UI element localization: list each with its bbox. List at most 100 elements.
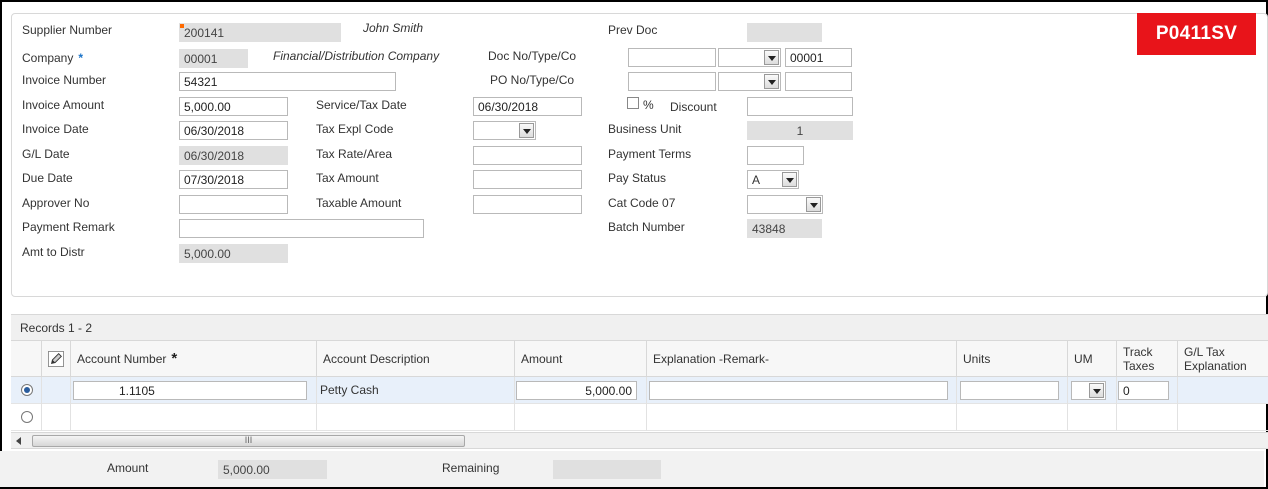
gl-tax-explanation-cell (1178, 377, 1268, 404)
po-co-field[interactable] (785, 72, 852, 91)
scroll-left-arrow-icon[interactable] (16, 437, 21, 445)
footer-remaining-label: Remaining (442, 461, 500, 475)
header-account-description[interactable]: Account Description (317, 341, 515, 377)
invoice-amount-label: Invoice Amount (22, 98, 105, 112)
payment-terms-label: Payment Terms (608, 147, 692, 161)
header-edit-column (42, 341, 71, 377)
track-taxes-input[interactable]: 0 (1118, 381, 1169, 400)
discount-percent-checkbox[interactable] (627, 97, 639, 109)
po-no-field[interactable] (628, 72, 716, 91)
account-description-text: Petty Cash (320, 383, 379, 397)
tax-rate-area-field[interactable] (473, 146, 582, 165)
horizontal-scrollbar[interactable]: III (11, 432, 1268, 449)
header-um[interactable]: UM (1068, 341, 1117, 377)
batch-number-label: Batch Number (608, 220, 685, 234)
scrollbar-thumb[interactable]: III (32, 435, 465, 447)
invoice-number-field[interactable]: 54321 (179, 72, 396, 91)
account-number-cell: 1.1105 (71, 377, 317, 404)
amt-to-distr-label: Amt to Distr (22, 245, 85, 259)
supplier-number-value: 200141 (184, 26, 225, 40)
due-date-label: Due Date (22, 171, 73, 185)
tax-amount-label: Tax Amount (316, 171, 379, 185)
approver-no-field[interactable] (179, 195, 288, 214)
pay-status-dropdown[interactable]: A (747, 170, 799, 189)
header-gl-tax-explanation[interactable]: G/L Tax Explanation (1178, 341, 1268, 377)
footer-amount-label: Amount (107, 461, 149, 475)
tax-expl-code-dropdown[interactable] (473, 121, 536, 140)
prev-doc-field (747, 23, 822, 42)
row-select-radio[interactable] (21, 384, 33, 396)
explanation-input[interactable] (649, 381, 948, 400)
um-cell[interactable] (1068, 404, 1117, 431)
footer-remaining-field (553, 460, 661, 479)
approver-no-label: Approver No (22, 196, 90, 210)
dropdown-arrow-icon[interactable] (519, 123, 534, 138)
explanation-cell (647, 377, 957, 404)
dropdown-arrow-icon[interactable] (782, 172, 797, 187)
discount-field[interactable] (747, 97, 853, 116)
table-row[interactable] (11, 404, 1268, 431)
explanation-cell[interactable] (647, 404, 957, 431)
doc-co-field[interactable]: 00001 (785, 48, 852, 67)
company-label-text: Company (22, 51, 74, 65)
account-description-cell (317, 404, 515, 431)
header-explanation[interactable]: Explanation -Remark- (647, 341, 957, 377)
header-account-number-label: Account Number (77, 352, 167, 366)
cat-code-07-dropdown[interactable] (747, 195, 823, 214)
invoice-number-label: Invoice Number (22, 73, 107, 87)
dropdown-arrow-icon[interactable] (764, 74, 779, 89)
row-select-cell (11, 404, 42, 431)
dropdown-arrow-icon[interactable] (764, 50, 779, 65)
row-select-radio[interactable] (21, 411, 33, 423)
units-cell[interactable] (957, 404, 1068, 431)
grid-edit-icon[interactable] (48, 350, 64, 368)
table-row[interactable]: 1.1105 Petty Cash 5,000.00 0 (11, 377, 1268, 404)
invoice-date-label: Invoice Date (22, 122, 89, 136)
payment-terms-field[interactable] (747, 146, 804, 165)
po-type-dropdown[interactable] (718, 72, 781, 91)
header-account-number[interactable]: Account Number * (71, 341, 317, 377)
payment-remark-field[interactable] (179, 219, 424, 238)
business-unit-label: Business Unit (608, 122, 682, 136)
business-unit-field: 1 (747, 121, 853, 140)
supplier-number-label: Supplier Number (22, 23, 113, 37)
invoice-amount-field[interactable]: 5,000.00 (179, 97, 288, 116)
tax-expl-code-label: Tax Expl Code (316, 122, 394, 136)
totals-footer: Amount 5,000.00 Remaining (0, 451, 1264, 487)
doc-type-dropdown[interactable] (718, 48, 781, 67)
discount-label: Discount (670, 100, 717, 114)
taxable-amount-field[interactable] (473, 195, 582, 214)
amount-input[interactable]: 5,000.00 (516, 381, 637, 400)
um-dropdown[interactable] (1071, 381, 1106, 400)
account-number-input[interactable]: 1.1105 (73, 381, 307, 400)
track-taxes-cell[interactable] (1117, 404, 1178, 431)
tax-rate-area-label: Tax Rate/Area (316, 147, 393, 161)
service-tax-date-field[interactable]: 06/30/2018 (473, 97, 582, 116)
dropdown-arrow-icon[interactable] (806, 197, 821, 212)
amount-cell[interactable] (515, 404, 647, 431)
company-field[interactable]: 00001 (179, 49, 248, 68)
pay-status-label: Pay Status (608, 171, 667, 185)
header-amount[interactable]: Amount (515, 341, 647, 377)
due-date-field[interactable]: 07/30/2018 (179, 170, 288, 189)
units-input[interactable] (960, 381, 1059, 400)
payment-remark-label: Payment Remark (22, 220, 115, 234)
row-edit-cell (42, 404, 71, 431)
track-taxes-cell: 0 (1117, 377, 1178, 404)
required-asterisk-icon: * (171, 350, 178, 367)
dropdown-arrow-icon[interactable] (1089, 383, 1104, 398)
header-units[interactable]: Units (957, 341, 1068, 377)
invoice-date-field[interactable]: 06/30/2018 (179, 121, 288, 140)
service-tax-date-label: Service/Tax Date (316, 98, 407, 112)
gl-date-field[interactable]: 06/30/2018 (179, 146, 288, 165)
tax-amount-field[interactable] (473, 170, 582, 189)
header-track-taxes[interactable]: Track Taxes (1117, 341, 1178, 377)
account-number-cell[interactable] (71, 404, 317, 431)
gl-tax-explanation-cell (1178, 404, 1268, 431)
grid-header: Account Number * Account Description Amou… (11, 341, 1268, 377)
units-cell (957, 377, 1068, 404)
doc-no-field[interactable] (628, 48, 716, 67)
amount-cell: 5,000.00 (515, 377, 647, 404)
supplier-number-field[interactable]: 200141 (179, 23, 341, 42)
prev-doc-label: Prev Doc (608, 23, 658, 37)
